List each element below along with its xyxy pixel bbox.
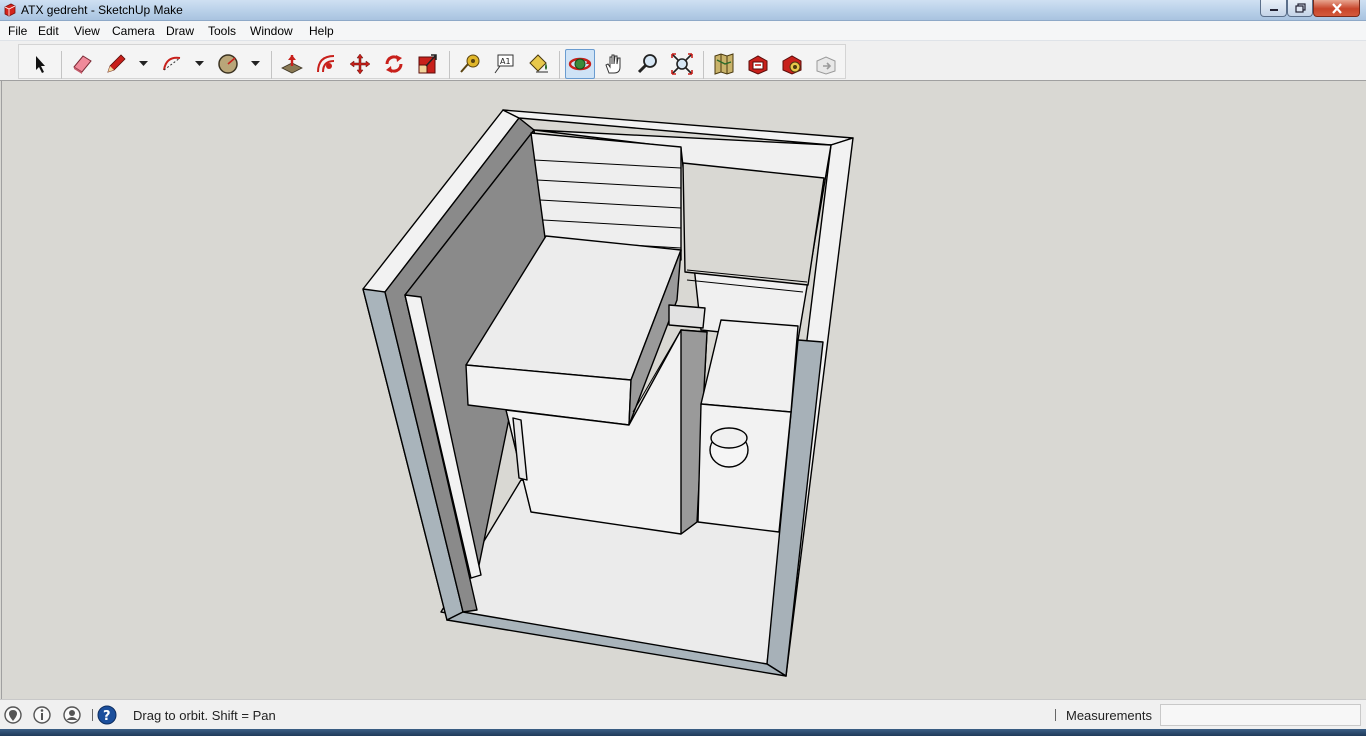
add-location-tool-button[interactable]: [709, 49, 739, 79]
measurements-field[interactable]: [1160, 704, 1361, 726]
menu-camera[interactable]: Camera: [112, 24, 155, 38]
arc-icon: [163, 56, 181, 71]
orbit-icon: [568, 57, 592, 71]
arc-tool-button[interactable]: [157, 49, 187, 79]
menu-window[interactable]: Window: [250, 24, 293, 38]
shape-tool-button[interactable]: [213, 49, 243, 79]
toolbar-separator: [271, 51, 272, 79]
pencil-icon: [107, 54, 126, 73]
window-title: ATX gedreht - SketchUp Make: [21, 3, 183, 17]
toolbar-separator: [559, 51, 560, 79]
title-bar: ATX gedreht - SketchUp Make: [0, 0, 1366, 21]
minimize-icon: [1269, 9, 1278, 11]
svg-text:A1: A1: [500, 57, 511, 66]
offset-icon: [317, 55, 335, 73]
maximize-button[interactable]: [1287, 0, 1313, 17]
select-tool-button[interactable]: [25, 49, 55, 79]
hand-icon: [605, 54, 621, 74]
toolbar: A1: [0, 41, 1366, 81]
warehouse-tool-button[interactable]: [743, 49, 773, 79]
menu-tools[interactable]: Tools: [208, 24, 236, 38]
pan-tool-button[interactable]: [599, 49, 629, 79]
rear-window-opening: [682, 162, 825, 286]
text-icon: A1: [494, 54, 514, 74]
rotate-tool-button[interactable]: [379, 49, 409, 79]
shape-tool-dropdown[interactable]: [249, 49, 261, 79]
paint-bucket-icon: [529, 54, 548, 73]
move-icon: [349, 53, 371, 75]
zoom-extents-tool-button[interactable]: [667, 49, 697, 79]
close-button[interactable]: [1313, 0, 1360, 17]
minimize-button[interactable]: [1260, 0, 1287, 17]
sketchup-icon: [4, 3, 16, 17]
extension-warehouse-tool-button[interactable]: [777, 49, 807, 79]
os-taskbar: [0, 729, 1366, 736]
line-tool-dropdown[interactable]: [137, 49, 149, 79]
map-icon: [714, 53, 734, 75]
offset-tool-button[interactable]: [311, 49, 341, 79]
help-icon[interactable]: ?: [97, 705, 117, 725]
scale-icon: [418, 54, 437, 74]
arrow-icon: [36, 56, 45, 73]
menu-bar: File Edit View Camera Draw Tools Window …: [0, 21, 1366, 41]
share-icon: [816, 56, 836, 75]
drawing-viewport[interactable]: [1, 81, 1366, 699]
menu-edit[interactable]: Edit: [38, 24, 59, 38]
tape-measure-tool-button[interactable]: [455, 49, 485, 79]
zoom-tool-button[interactable]: [633, 49, 663, 79]
svg-text:?: ?: [103, 709, 111, 724]
zoom-extents-icon: [671, 53, 693, 75]
fan-box: [700, 319, 799, 413]
tape-icon: [460, 54, 480, 73]
eraser-icon: [73, 55, 92, 74]
extension-icon: [782, 55, 802, 75]
paint-bucket-tool-button[interactable]: [523, 49, 553, 79]
push-pull-icon: [281, 55, 303, 74]
menu-help[interactable]: Help: [309, 24, 334, 38]
geo-location-icon[interactable]: [3, 705, 23, 725]
chevron-down-icon: [250, 61, 260, 66]
warehouse-icon: [748, 55, 768, 75]
text-tool-button[interactable]: A1: [489, 49, 519, 79]
share-model-tool-button[interactable]: [811, 49, 841, 79]
credits-icon[interactable]: [32, 705, 52, 725]
account-icon[interactable]: [62, 705, 82, 725]
chevron-down-icon: [138, 61, 148, 66]
arc-tool-dropdown[interactable]: [193, 49, 205, 79]
scale-tool-button[interactable]: [413, 49, 443, 79]
rotate-icon: [385, 55, 403, 73]
status-separator: [92, 709, 93, 721]
maximize-icon: [1294, 3, 1306, 13]
toolbar-separator: [449, 51, 450, 79]
circle-icon: [218, 54, 238, 74]
status-bar: ? Drag to orbit. Shift = Pan Measurement…: [0, 699, 1366, 729]
measurements-label: Measurements: [1066, 708, 1152, 723]
toolbar-separator: [61, 51, 62, 79]
getting-started-toolbar: A1: [18, 44, 846, 79]
chevron-down-icon: [194, 61, 204, 66]
status-message: Drag to orbit. Shift = Pan: [133, 708, 276, 723]
menu-draw[interactable]: Draw: [166, 24, 194, 38]
eraser-tool-button[interactable]: [67, 49, 97, 79]
status-separator: [1055, 709, 1056, 721]
move-tool-button[interactable]: [345, 49, 375, 79]
menu-view[interactable]: View: [74, 24, 100, 38]
push-pull-tool-button[interactable]: [277, 49, 307, 79]
menu-file[interactable]: File: [8, 24, 27, 38]
magnifier-icon: [637, 54, 657, 74]
line-tool-button[interactable]: [101, 49, 131, 79]
close-icon: [1331, 2, 1342, 14]
3d-model-atx-case: [362, 109, 854, 677]
orbit-tool-button[interactable]: [565, 49, 595, 79]
toolbar-separator: [703, 51, 704, 79]
